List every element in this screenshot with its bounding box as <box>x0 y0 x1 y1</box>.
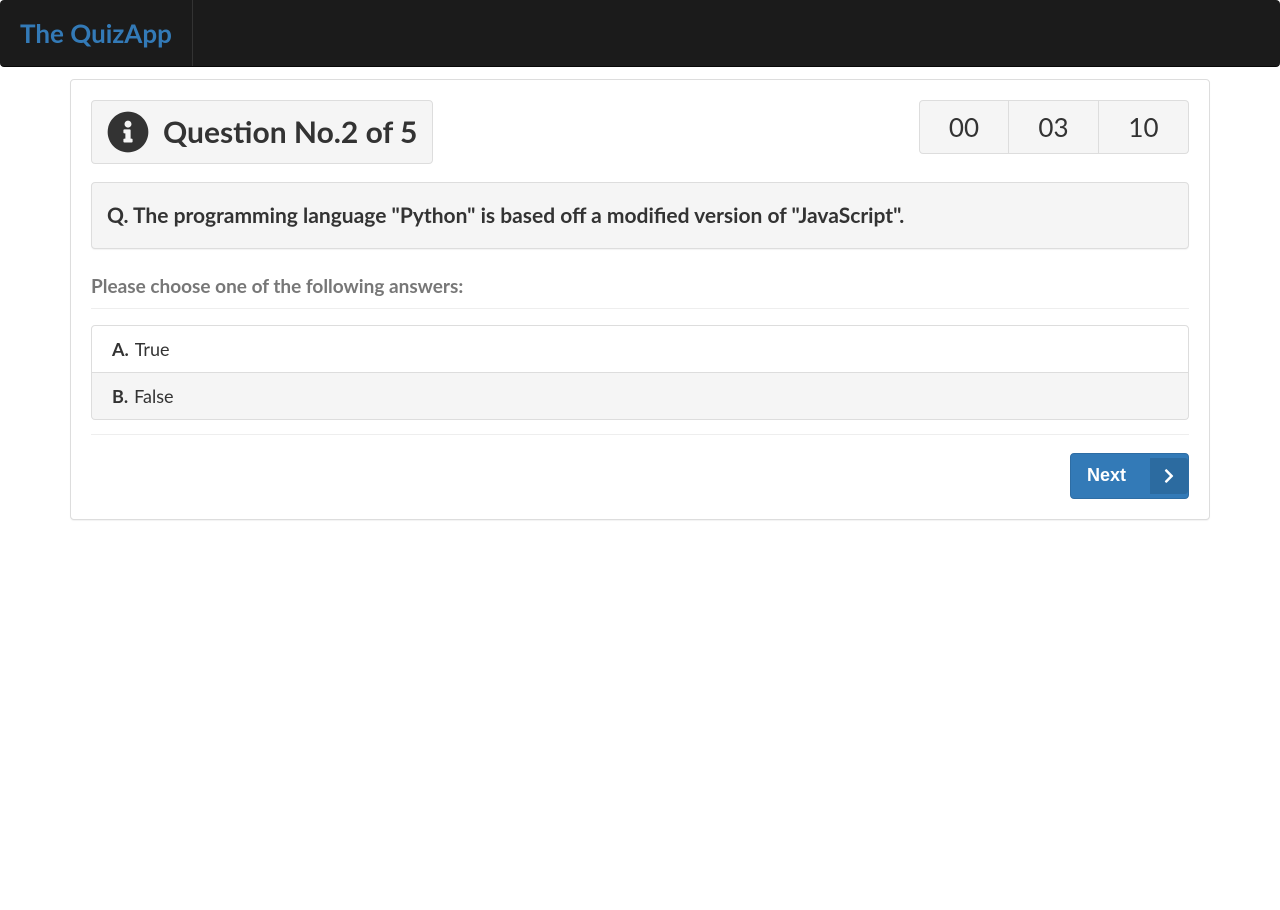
next-button-label: Next <box>1087 464 1126 488</box>
navbar: The QuizApp <box>0 0 1280 67</box>
question-number-label: Question No.2 of 5 <box>163 114 417 150</box>
next-button[interactable]: Next <box>1070 453 1189 499</box>
option-letter: B. <box>112 385 128 407</box>
timer-minutes: 03 <box>1009 100 1099 154</box>
brand-link[interactable]: The QuizApp <box>0 0 193 66</box>
timer-seconds: 10 <box>1099 100 1189 154</box>
option-b[interactable]: B. False <box>91 373 1189 420</box>
divider <box>91 308 1189 309</box>
timer: 00 03 10 <box>919 100 1189 154</box>
timer-hours-value: 00 <box>949 111 979 143</box>
option-a[interactable]: A. True <box>91 325 1189 373</box>
option-text: False <box>134 385 173 407</box>
question-text: Q. The programming language "Python" is … <box>107 203 1173 228</box>
options-list: A. True B. False <box>91 325 1189 420</box>
footer-divider <box>91 434 1189 435</box>
info-circle-icon <box>107 111 149 153</box>
quiz-panel: Question No.2 of 5 00 03 10 Q. The progr… <box>70 79 1210 520</box>
question-prefix: Q. <box>107 203 133 228</box>
timer-seconds-value: 10 <box>1128 111 1158 143</box>
option-letter: A. <box>112 338 129 360</box>
question-number-box: Question No.2 of 5 <box>91 100 433 164</box>
instruction-text: Please choose one of the following answe… <box>91 275 1189 298</box>
question-box: Q. The programming language "Python" is … <box>91 182 1189 249</box>
timer-hours: 00 <box>919 100 1009 154</box>
timer-minutes-value: 03 <box>1038 111 1068 143</box>
chevron-right-icon <box>1150 458 1188 494</box>
question-body: The programming language "Python" is bas… <box>133 203 904 228</box>
option-text: True <box>135 338 170 360</box>
